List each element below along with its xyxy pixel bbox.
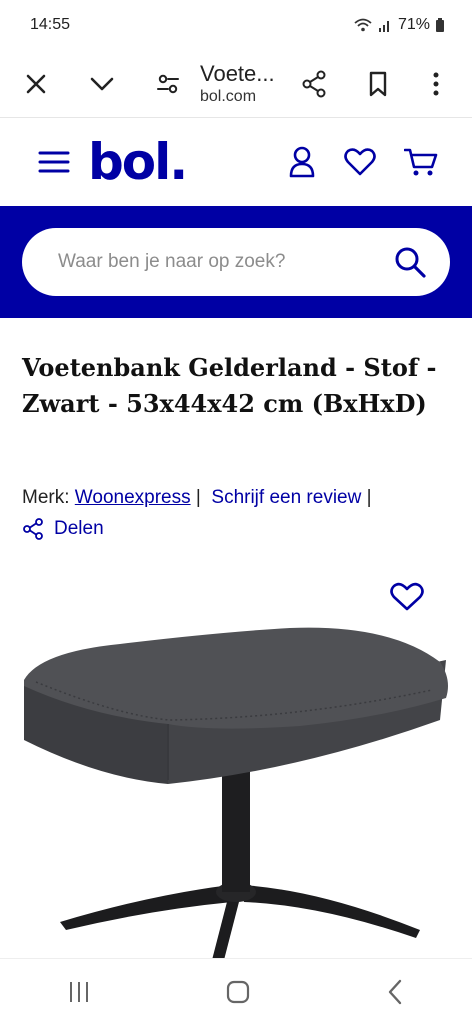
write-review-link[interactable]: Schrijf een review [211,487,361,508]
battery-icon [436,18,444,32]
close-icon [26,74,46,93]
back-icon[interactable] [385,979,405,1005]
page-settings-button[interactable] [146,62,190,106]
search-input[interactable] [56,250,394,274]
search-box [22,228,450,296]
page-domain: bol.com [200,88,257,106]
separator: | [366,487,372,508]
tune-icon [157,74,179,93]
brand-label: Merk: [22,487,70,508]
header-actions [288,146,438,178]
share-icon [23,517,43,540]
browser-toolbar: Voete... bol.com [0,50,472,118]
menu-icon[interactable] [38,150,70,174]
search-icon[interactable] [394,246,426,278]
system-nav-bar [0,958,472,1025]
heart-icon[interactable] [344,148,376,176]
cart-icon[interactable] [404,147,438,177]
product-image [24,627,448,960]
status-bar: 14:55 71% [0,0,472,50]
user-icon[interactable] [288,146,316,178]
status-time: 14:55 [30,16,71,33]
more-options-button[interactable] [414,62,458,106]
wishlist-button[interactable] [390,582,434,622]
status-indicators: 71% [354,16,444,34]
share-link[interactable]: Delen [22,513,104,544]
page-title: Voete... [200,60,275,86]
chevron-down-icon [90,77,114,90]
share-page-button[interactable] [292,62,336,106]
more-vert-icon [433,72,439,95]
product-title: Voetenbank Gelderland - Stof - Zwart - 5… [22,353,437,418]
share-icon [302,70,326,97]
separator: | [195,487,201,508]
brand-link[interactable]: Woonexpress [75,487,191,508]
bol-logo[interactable]: bol. [88,133,188,191]
product-meta: Merk: Woonexpress | Schrijf een review |… [22,482,452,550]
close-tab-button[interactable] [14,62,58,106]
recent-apps-icon[interactable] [67,980,91,1004]
search-band [0,206,472,318]
battery-percent: 71% [397,16,430,33]
wifi-icon [354,18,372,32]
collapse-button[interactable] [80,62,124,106]
heart-icon [390,582,424,611]
bookmark-icon [369,71,387,96]
site-header: bol. [0,118,472,206]
home-icon[interactable] [225,979,251,1005]
url-title-area[interactable]: Voete... bol.com [190,60,292,108]
bookmark-button[interactable] [356,62,400,106]
share-label: Delen [54,518,104,539]
signal-icon [378,21,389,32]
